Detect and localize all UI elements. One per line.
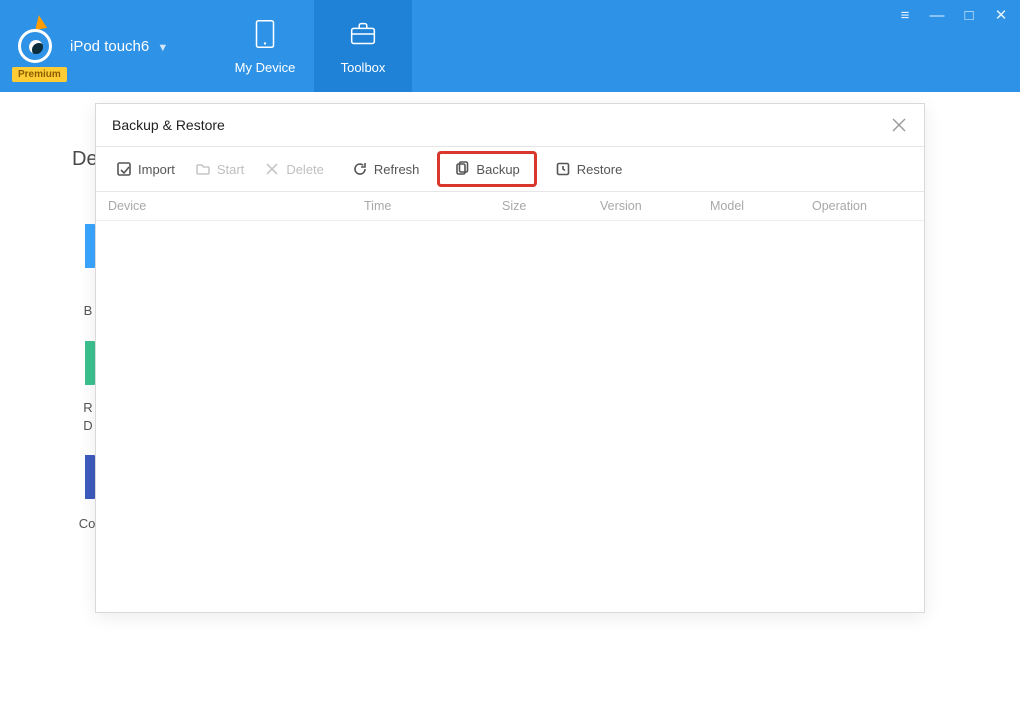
refresh-button[interactable]: Refresh [342,155,430,183]
window-controls: ≡ — □ ✕ [896,6,1010,24]
col-size[interactable]: Size [490,199,588,213]
col-time[interactable]: Time [352,199,490,213]
button-label: Restore [577,162,623,177]
backup-button[interactable]: Backup [446,157,527,181]
delete-icon [264,161,280,177]
button-label: Delete [286,162,324,177]
button-label: Start [217,162,244,177]
menu-icon[interactable]: ≡ [896,6,914,24]
chevron-down-icon: ▼ [157,42,168,54]
ipad-icon [248,17,282,54]
dialog-header: Backup & Restore [96,104,924,146]
button-label: Import [138,162,175,177]
toolbox-icon [346,17,380,54]
maximize-icon[interactable]: □ [960,6,978,24]
col-version[interactable]: Version [588,199,698,213]
highlight-annotation: Backup [437,151,536,187]
dialog-title: Backup & Restore [112,117,225,133]
folder-icon [195,161,211,177]
col-model[interactable]: Model [698,199,800,213]
restore-button[interactable]: Restore [545,155,633,183]
backup-restore-dialog: Backup & Restore Import Start Delete Ref… [95,103,925,613]
tab-my-device[interactable]: My Device [216,0,314,92]
close-icon[interactable]: ✕ [992,6,1010,24]
page-heading-fragment: De [72,148,98,171]
dialog-close-button[interactable] [890,116,908,134]
device-name: iPod touch6 [70,38,149,55]
premium-badge: Premium [12,67,67,82]
backup-list-empty [96,221,924,612]
main-tabs: My Device Toolbox [216,0,412,92]
import-button[interactable]: Import [106,155,185,183]
dialog-toolbar: Import Start Delete Refresh Backup Resto… [96,147,924,191]
minimize-icon[interactable]: — [928,6,946,24]
col-operation[interactable]: Operation [800,199,924,213]
button-label: Backup [476,162,519,177]
brand-area: Premium iPod touch6 ▼ [0,0,216,92]
restore-icon [555,161,571,177]
refresh-icon [352,161,368,177]
tab-label: Toolbox [341,60,386,75]
import-icon [116,161,132,177]
start-button: Start [185,155,254,183]
app-header: Premium iPod touch6 ▼ My Device Toolbox … [0,0,1020,92]
backup-icon [454,161,470,177]
column-headers: Device Time Size Version Model Operation [96,191,924,221]
delete-button: Delete [254,155,334,183]
col-device[interactable]: Device [96,199,352,213]
device-picker[interactable]: iPod touch6 ▼ [70,38,168,55]
button-label: Refresh [374,162,420,177]
app-logo: Premium [14,23,60,69]
tab-label: My Device [235,60,296,75]
tab-toolbox[interactable]: Toolbox [314,0,412,92]
